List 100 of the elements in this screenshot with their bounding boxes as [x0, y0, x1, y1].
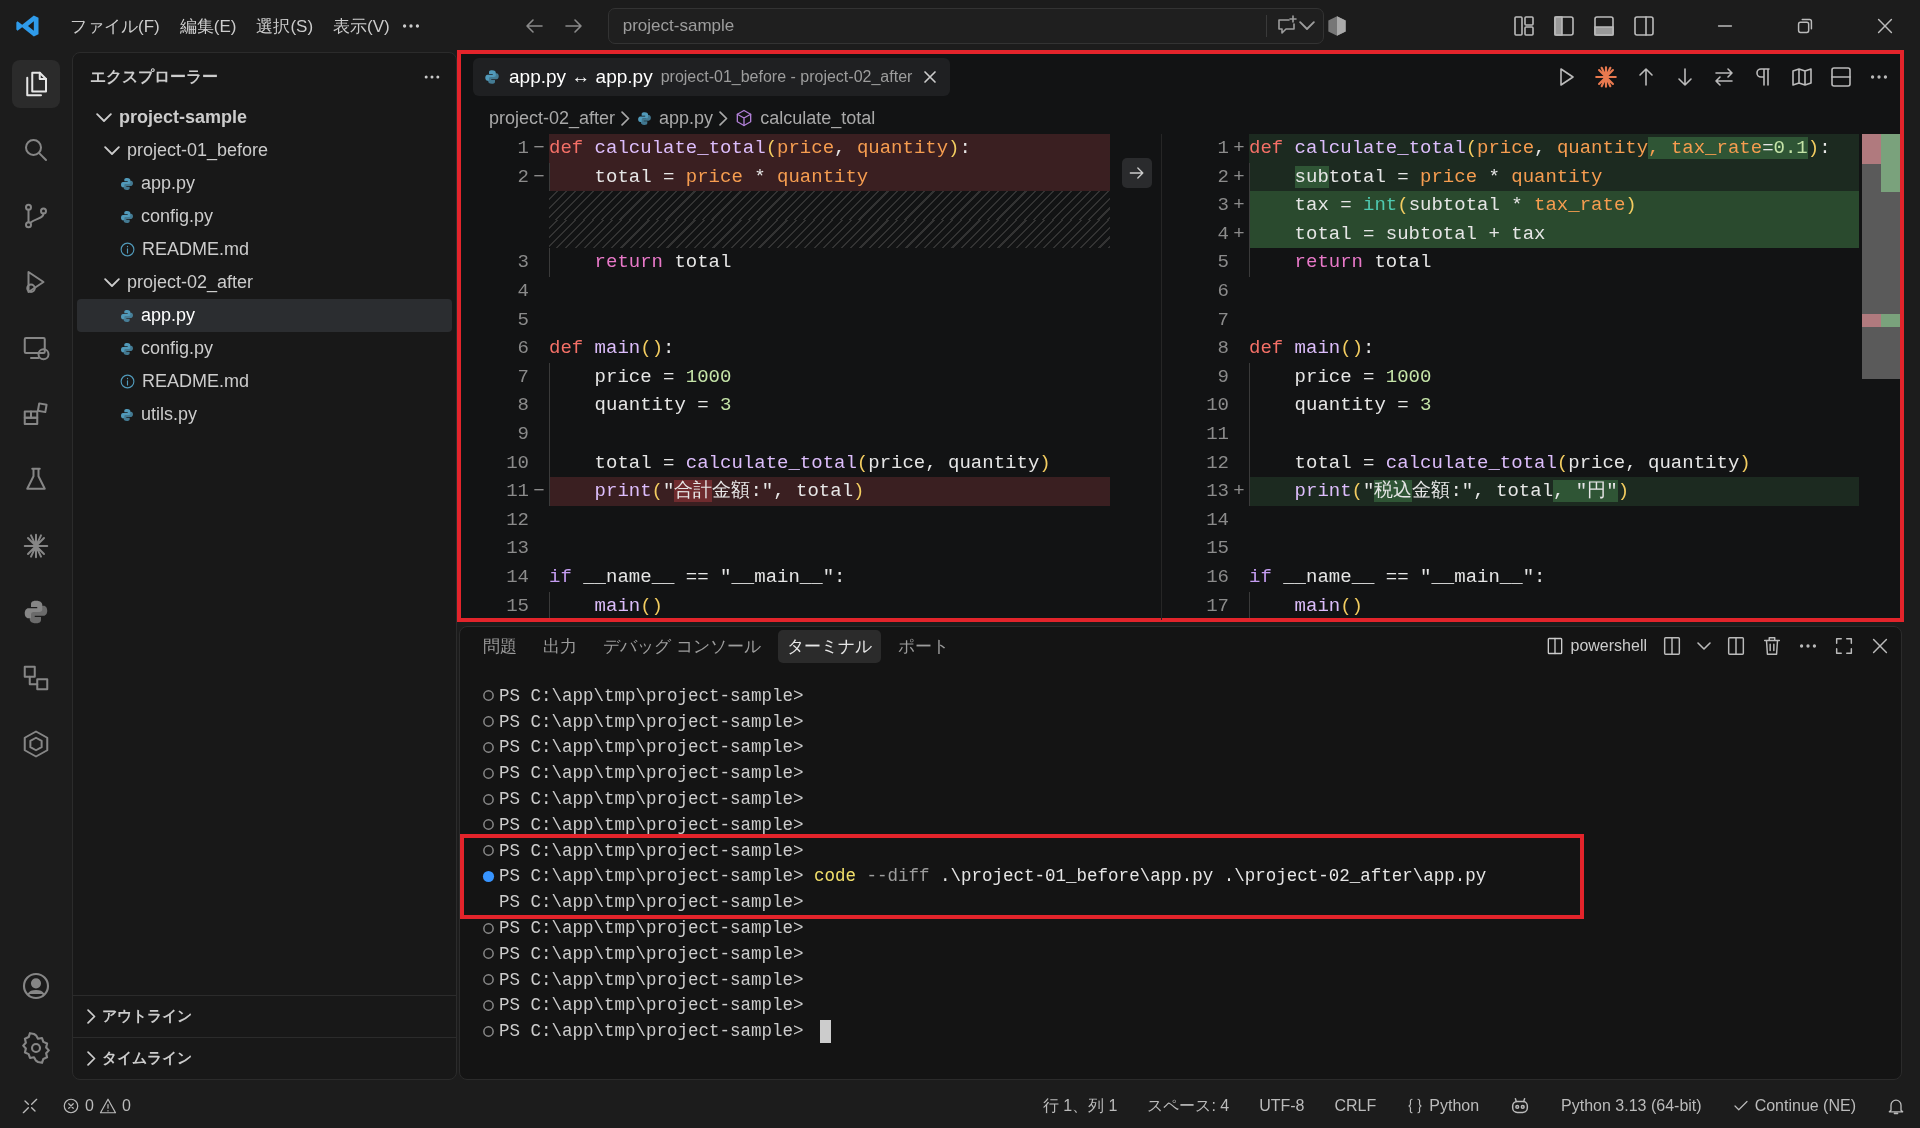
- line-ending-setting[interactable]: CRLF: [1334, 1097, 1377, 1115]
- problems-indicator[interactable]: 0 0: [62, 1097, 131, 1115]
- code-text: def calculate_total(price, quantity):: [549, 136, 971, 161]
- chevron-icon: [621, 110, 631, 126]
- file-item[interactable]: app.py: [77, 167, 452, 200]
- map-icon[interactable]: [1790, 65, 1814, 89]
- panel-tab[interactable]: デバッグ コンソール: [594, 629, 770, 663]
- panel-tab[interactable]: ポート: [888, 629, 958, 663]
- secondary-sidebar-icon[interactable]: [1632, 14, 1656, 38]
- menu-item[interactable]: 選択(S): [246, 14, 324, 38]
- panel-tab[interactable]: ターミナル: [777, 629, 881, 663]
- editor-tab[interactable]: app.py ↔ app.py project-01_before - project-02_after: [473, 58, 951, 96]
- chevron-icon[interactable]: [1697, 641, 1711, 651]
- terminal-line: PS C:\app\tmp\project-sample>: [499, 918, 804, 939]
- circle-icon[interactable]: [482, 998, 495, 1012]
- code-text: quantity = 3: [594, 393, 732, 419]
- account-icon[interactable]: [20, 970, 52, 1002]
- menu-item[interactable]: 編集(E): [169, 14, 247, 38]
- circle-icon[interactable]: [482, 973, 495, 987]
- menu-item[interactable]: ファイル(F): [60, 14, 170, 38]
- indentation-setting[interactable]: スペース: 4: [1147, 1095, 1230, 1117]
- revert-button[interactable]: [1122, 158, 1152, 188]
- line-number: 3: [516, 250, 529, 276]
- split-pane-icon[interactable]: [1661, 635, 1683, 657]
- terminal-line: PS C:\app\tmp\project-sample>: [499, 969, 804, 990]
- sidebar-toggle-icon[interactable]: [1552, 14, 1576, 38]
- line-number: 7: [516, 364, 529, 390]
- line-number: 15: [505, 593, 529, 619]
- asterisk-icon[interactable]: [1593, 64, 1619, 90]
- maximize-icon[interactable]: [1833, 635, 1855, 657]
- line-number: 3: [1216, 193, 1229, 219]
- folder-item[interactable]: project-02_after: [77, 266, 452, 299]
- interpreter-selector[interactable]: Python 3.13 (64-bit): [1561, 1097, 1702, 1115]
- python-file-icon: [119, 307, 135, 324]
- encoding-setting[interactable]: UTF-8: [1259, 1097, 1305, 1115]
- line-number: 9: [1216, 364, 1229, 390]
- circle-icon[interactable]: [482, 818, 495, 832]
- circle-icon[interactable]: [482, 792, 495, 806]
- search-field[interactable]: project-sample: [607, 8, 1324, 44]
- diff-sign: +: [1233, 480, 1245, 503]
- breadcrumb-item[interactable]: app.py: [659, 107, 714, 129]
- circle-icon[interactable]: [482, 921, 495, 935]
- settings-icon[interactable]: [20, 1032, 52, 1064]
- terminal-line: PS C:\app\tmp\project-sample>: [499, 711, 804, 732]
- terminal-line: PS C:\app\tmp\project-sample>: [499, 685, 804, 706]
- diff-sign: −: [533, 137, 545, 159]
- file-item[interactable]: config.py: [77, 200, 452, 233]
- code-text: if __name__ == "__main__":: [549, 564, 846, 590]
- terminal-line: PS C:\app\tmp\project-sample>: [499, 814, 804, 835]
- line-number: 17: [1205, 593, 1229, 619]
- section-header[interactable]: アウトライン: [73, 995, 456, 1037]
- python-file-icon: [119, 406, 135, 423]
- file-item[interactable]: README.md: [77, 365, 452, 398]
- panel-tab[interactable]: 問題: [474, 629, 526, 663]
- line-number: 6: [516, 336, 529, 362]
- terminal-line: PS C:\app\tmp\project-sample> code --diff .\project-01_before\app.py .\project-02_after\app.py: [499, 866, 1487, 887]
- split-layout-icon[interactable]: [1829, 65, 1853, 89]
- files-icon[interactable]: [12, 60, 60, 108]
- panel-toggle-icon[interactable]: [1592, 14, 1616, 38]
- line-number: 1: [1216, 136, 1229, 161]
- section-header[interactable]: タイムライン: [73, 1037, 456, 1079]
- chevron-icon: [719, 110, 729, 126]
- diff-sign: +: [1233, 137, 1245, 159]
- cursor-position[interactable]: 行 1、列 1: [1042, 1095, 1118, 1117]
- folder-item[interactable]: project-01_before: [77, 134, 452, 167]
- code-text: subtotal = price * quantity: [1294, 164, 1603, 190]
- folder-item[interactable]: project-sample: [77, 101, 452, 134]
- circle-icon[interactable]: [482, 947, 495, 961]
- split-pane-icon[interactable]: [1725, 635, 1747, 657]
- panel-tab[interactable]: 出力: [534, 629, 586, 663]
- continue-status[interactable]: Continue (NE): [1731, 1097, 1856, 1115]
- file-item[interactable]: app.py: [77, 299, 452, 332]
- swap-arrows-icon[interactable]: [1712, 65, 1736, 89]
- dot-icon[interactable]: [482, 869, 495, 883]
- line-number: 6: [1216, 278, 1229, 304]
- chevron-icon[interactable]: [1299, 21, 1315, 31]
- trash-icon[interactable]: [1761, 635, 1783, 657]
- line-number: 2: [1216, 164, 1229, 190]
- line-number: 8: [516, 393, 529, 419]
- circle-icon[interactable]: [482, 689, 495, 703]
- circle-icon[interactable]: [482, 844, 495, 858]
- line-number: 12: [1205, 450, 1229, 476]
- layout-icon[interactable]: [1512, 14, 1536, 38]
- breadcrumb-item[interactable]: calculate_total: [760, 107, 876, 129]
- circle-icon[interactable]: [482, 1024, 495, 1038]
- file-item[interactable]: utils.py: [77, 398, 452, 431]
- breadcrumb-item[interactable]: project-02_after: [489, 107, 616, 129]
- circle-icon[interactable]: [482, 715, 495, 729]
- file-item[interactable]: config.py: [77, 332, 452, 365]
- language-mode[interactable]: Python: [1406, 1097, 1480, 1115]
- info-icon: [119, 373, 136, 390]
- code-text: total = price * quantity: [594, 164, 869, 190]
- terminal-selector[interactable]: powershell: [1544, 636, 1647, 656]
- line-number: 5: [1216, 250, 1229, 276]
- file-item[interactable]: README.md: [77, 233, 452, 266]
- circle-icon[interactable]: [482, 766, 495, 780]
- warning-icon: [98, 1097, 117, 1115]
- menu-item[interactable]: 表示(V): [323, 14, 400, 38]
- line-number: 13: [505, 536, 529, 562]
- circle-icon[interactable]: [482, 741, 495, 754]
